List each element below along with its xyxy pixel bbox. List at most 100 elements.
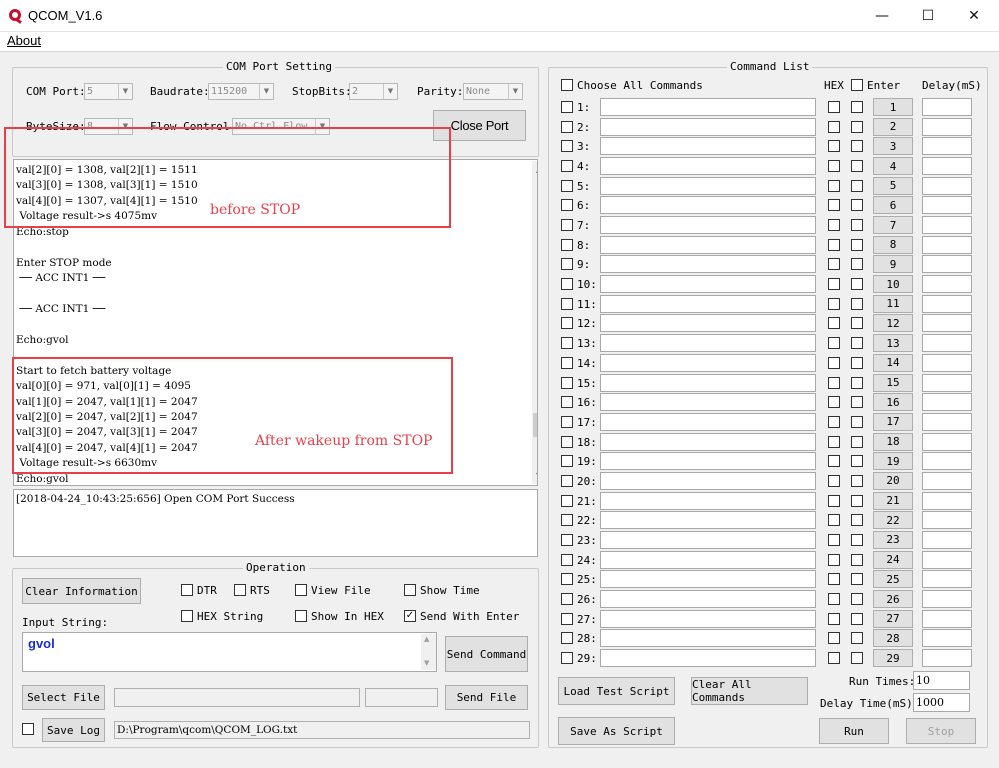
command-hex-checkbox[interactable] bbox=[828, 219, 840, 232]
command-select-checkbox[interactable] bbox=[561, 652, 573, 665]
command-select-checkbox[interactable] bbox=[561, 140, 573, 153]
command-input[interactable] bbox=[600, 649, 816, 668]
command-enter-checkbox[interactable] bbox=[851, 258, 863, 271]
command-delay-input[interactable] bbox=[922, 609, 972, 628]
input-string-field[interactable]: gvol ▲ ▼ bbox=[22, 632, 437, 672]
command-send-button[interactable]: 11 bbox=[873, 294, 913, 313]
command-select-checkbox[interactable] bbox=[561, 238, 573, 251]
command-select-checkbox[interactable] bbox=[561, 297, 573, 310]
command-send-button[interactable]: 26 bbox=[873, 590, 913, 608]
command-enter-checkbox[interactable] bbox=[851, 415, 863, 428]
command-input[interactable] bbox=[600, 334, 816, 353]
command-delay-input[interactable] bbox=[922, 452, 972, 471]
command-hex-checkbox[interactable] bbox=[828, 199, 840, 212]
command-hex-checkbox[interactable] bbox=[828, 140, 840, 153]
command-delay-input[interactable] bbox=[922, 334, 972, 353]
command-enter-checkbox[interactable] bbox=[851, 120, 863, 133]
command-enter-checkbox[interactable] bbox=[851, 553, 863, 566]
command-input[interactable] bbox=[600, 255, 816, 274]
command-delay-input[interactable] bbox=[922, 196, 972, 215]
receive-scrollbar[interactable]: ▲ ▼ bbox=[532, 161, 537, 484]
command-input[interactable] bbox=[600, 98, 816, 116]
command-select-checkbox[interactable] bbox=[561, 533, 573, 546]
command-delay-input[interactable] bbox=[922, 590, 972, 608]
command-send-button[interactable]: 23 bbox=[873, 530, 913, 549]
command-hex-checkbox[interactable] bbox=[828, 593, 840, 605]
command-delay-input[interactable] bbox=[922, 255, 972, 274]
command-enter-checkbox[interactable] bbox=[851, 652, 863, 665]
command-select-checkbox[interactable] bbox=[561, 514, 573, 527]
command-input[interactable] bbox=[600, 432, 816, 451]
command-delay-input[interactable] bbox=[922, 216, 972, 235]
clear-all-commands-button[interactable]: Clear All Commands bbox=[691, 677, 808, 705]
command-send-button[interactable]: 13 bbox=[873, 334, 913, 353]
view-file-checkbox[interactable] bbox=[295, 584, 307, 596]
command-input[interactable] bbox=[600, 176, 816, 195]
command-delay-input[interactable] bbox=[922, 649, 972, 668]
command-enter-checkbox[interactable] bbox=[851, 612, 863, 625]
command-hex-checkbox[interactable] bbox=[828, 455, 840, 468]
input-scrollbar[interactable]: ▲ ▼ bbox=[421, 634, 436, 670]
command-input[interactable] bbox=[600, 530, 816, 549]
command-select-checkbox[interactable] bbox=[561, 474, 573, 487]
command-delay-input[interactable] bbox=[922, 98, 972, 116]
command-select-checkbox[interactable] bbox=[561, 337, 573, 350]
command-delay-input[interactable] bbox=[922, 530, 972, 549]
command-select-checkbox[interactable] bbox=[561, 415, 573, 428]
run-times-input[interactable]: 10 bbox=[913, 671, 970, 690]
run-button[interactable]: Run bbox=[819, 718, 889, 744]
command-select-checkbox[interactable] bbox=[561, 573, 573, 586]
command-enter-checkbox[interactable] bbox=[851, 297, 863, 310]
command-enter-checkbox[interactable] bbox=[851, 474, 863, 487]
command-input[interactable] bbox=[600, 491, 816, 510]
command-select-checkbox[interactable] bbox=[561, 376, 573, 389]
command-delay-input[interactable] bbox=[922, 294, 972, 313]
command-input[interactable] bbox=[600, 412, 816, 431]
command-hex-checkbox[interactable] bbox=[828, 120, 840, 133]
command-select-checkbox[interactable] bbox=[561, 219, 573, 232]
command-delay-input[interactable] bbox=[922, 137, 972, 156]
command-delay-input[interactable] bbox=[922, 117, 972, 136]
command-send-button[interactable]: 6 bbox=[873, 196, 913, 215]
command-enter-checkbox[interactable] bbox=[851, 376, 863, 389]
command-enter-checkbox[interactable] bbox=[851, 337, 863, 350]
command-enter-checkbox[interactable] bbox=[851, 494, 863, 507]
command-send-button[interactable]: 8 bbox=[873, 235, 913, 254]
command-delay-input[interactable] bbox=[922, 629, 972, 648]
file-path-field[interactable] bbox=[114, 688, 360, 707]
command-select-checkbox[interactable] bbox=[561, 553, 573, 566]
command-send-button[interactable]: 25 bbox=[873, 570, 913, 589]
command-enter-checkbox[interactable] bbox=[851, 219, 863, 232]
command-delay-input[interactable] bbox=[922, 432, 972, 451]
command-send-button[interactable]: 22 bbox=[873, 511, 913, 530]
command-send-button[interactable]: 14 bbox=[873, 353, 913, 372]
send-file-button[interactable]: Send File bbox=[445, 685, 528, 710]
command-send-button[interactable]: 20 bbox=[873, 471, 913, 490]
scroll-thumb[interactable] bbox=[533, 413, 537, 437]
command-delay-input[interactable] bbox=[922, 550, 972, 569]
command-input[interactable] bbox=[600, 590, 816, 608]
command-delay-input[interactable] bbox=[922, 353, 972, 372]
send-with-enter-checkbox[interactable]: ✓ bbox=[404, 610, 416, 622]
command-hex-checkbox[interactable] bbox=[828, 238, 840, 251]
command-hex-checkbox[interactable] bbox=[828, 101, 840, 113]
command-send-button[interactable]: 15 bbox=[873, 373, 913, 392]
command-hex-checkbox[interactable] bbox=[828, 415, 840, 428]
command-send-button[interactable]: 16 bbox=[873, 393, 913, 412]
command-send-button[interactable]: 7 bbox=[873, 216, 913, 235]
command-select-checkbox[interactable] bbox=[561, 455, 573, 468]
menu-about[interactable]: About bbox=[7, 33, 41, 48]
command-send-button[interactable]: 24 bbox=[873, 550, 913, 569]
command-select-checkbox[interactable] bbox=[561, 160, 573, 173]
command-enter-checkbox[interactable] bbox=[851, 533, 863, 546]
command-delay-input[interactable] bbox=[922, 275, 972, 294]
command-select-checkbox[interactable] bbox=[561, 258, 573, 271]
command-delay-input[interactable] bbox=[922, 176, 972, 195]
command-enter-checkbox[interactable] bbox=[851, 179, 863, 192]
command-enter-checkbox[interactable] bbox=[851, 238, 863, 251]
command-input[interactable] bbox=[600, 216, 816, 235]
save-log-button[interactable]: Save Log bbox=[42, 718, 105, 742]
command-hex-checkbox[interactable] bbox=[828, 317, 840, 330]
baudrate-select[interactable]: 115200 ▼ bbox=[208, 83, 274, 100]
command-enter-checkbox[interactable] bbox=[851, 356, 863, 369]
